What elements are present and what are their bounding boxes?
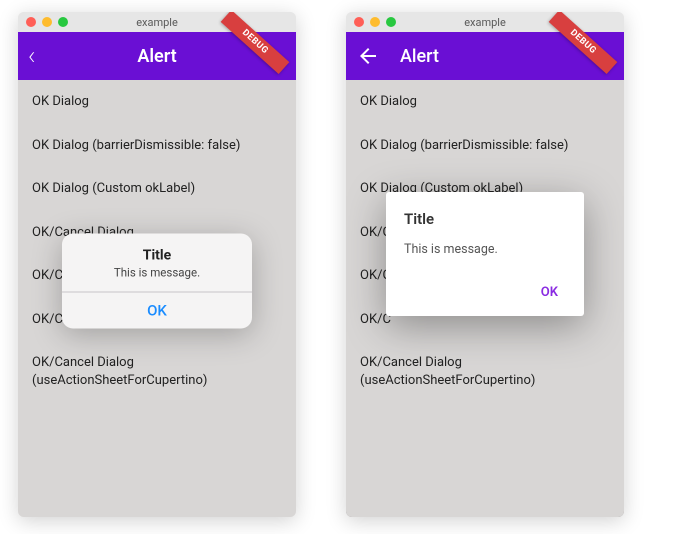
window-title: example	[346, 16, 624, 29]
alert-actions: OK	[404, 279, 566, 306]
alert-title: Title	[404, 210, 566, 228]
alert-title: Title	[72, 248, 242, 264]
list-item[interactable]: OK Dialog (barrierDismissible: false)	[346, 124, 624, 168]
list-item[interactable]: OK/Cancel Dialog (useActionSheetForCuper…	[346, 341, 624, 402]
alert-message: This is message.	[404, 242, 566, 257]
ok-button[interactable]: OK	[533, 279, 566, 306]
android-window: example Alert DEBUG OK Dialog OK Dialog …	[346, 12, 624, 517]
app-content: OK Dialog OK Dialog (barrierDismissible:…	[18, 80, 296, 517]
material-alert: Title This is message. OK	[386, 192, 584, 316]
list-item[interactable]: OK/Cancel Dialog (useActionSheetForCuper…	[18, 341, 296, 402]
list-item[interactable]: OK Dialog (Custom okLabel)	[18, 167, 296, 211]
mac-titlebar: example	[346, 12, 624, 32]
back-icon[interactable]	[356, 44, 380, 68]
page-title: Alert	[400, 46, 439, 67]
cupertino-alert: Title This is message. OK	[62, 234, 252, 329]
list-item[interactable]: OK Dialog	[18, 80, 296, 124]
mac-titlebar: example	[18, 12, 296, 32]
ok-button[interactable]: OK	[62, 292, 252, 329]
alert-body: Title This is message.	[62, 234, 252, 292]
alert-message: This is message.	[72, 266, 242, 280]
window-title: example	[18, 16, 296, 29]
list-item[interactable]: OK Dialog	[346, 80, 624, 124]
ios-window: example ‹ Alert DEBUG OK Dialog OK Dialo…	[18, 12, 296, 517]
list-item[interactable]: OK Dialog (barrierDismissible: false)	[18, 124, 296, 168]
